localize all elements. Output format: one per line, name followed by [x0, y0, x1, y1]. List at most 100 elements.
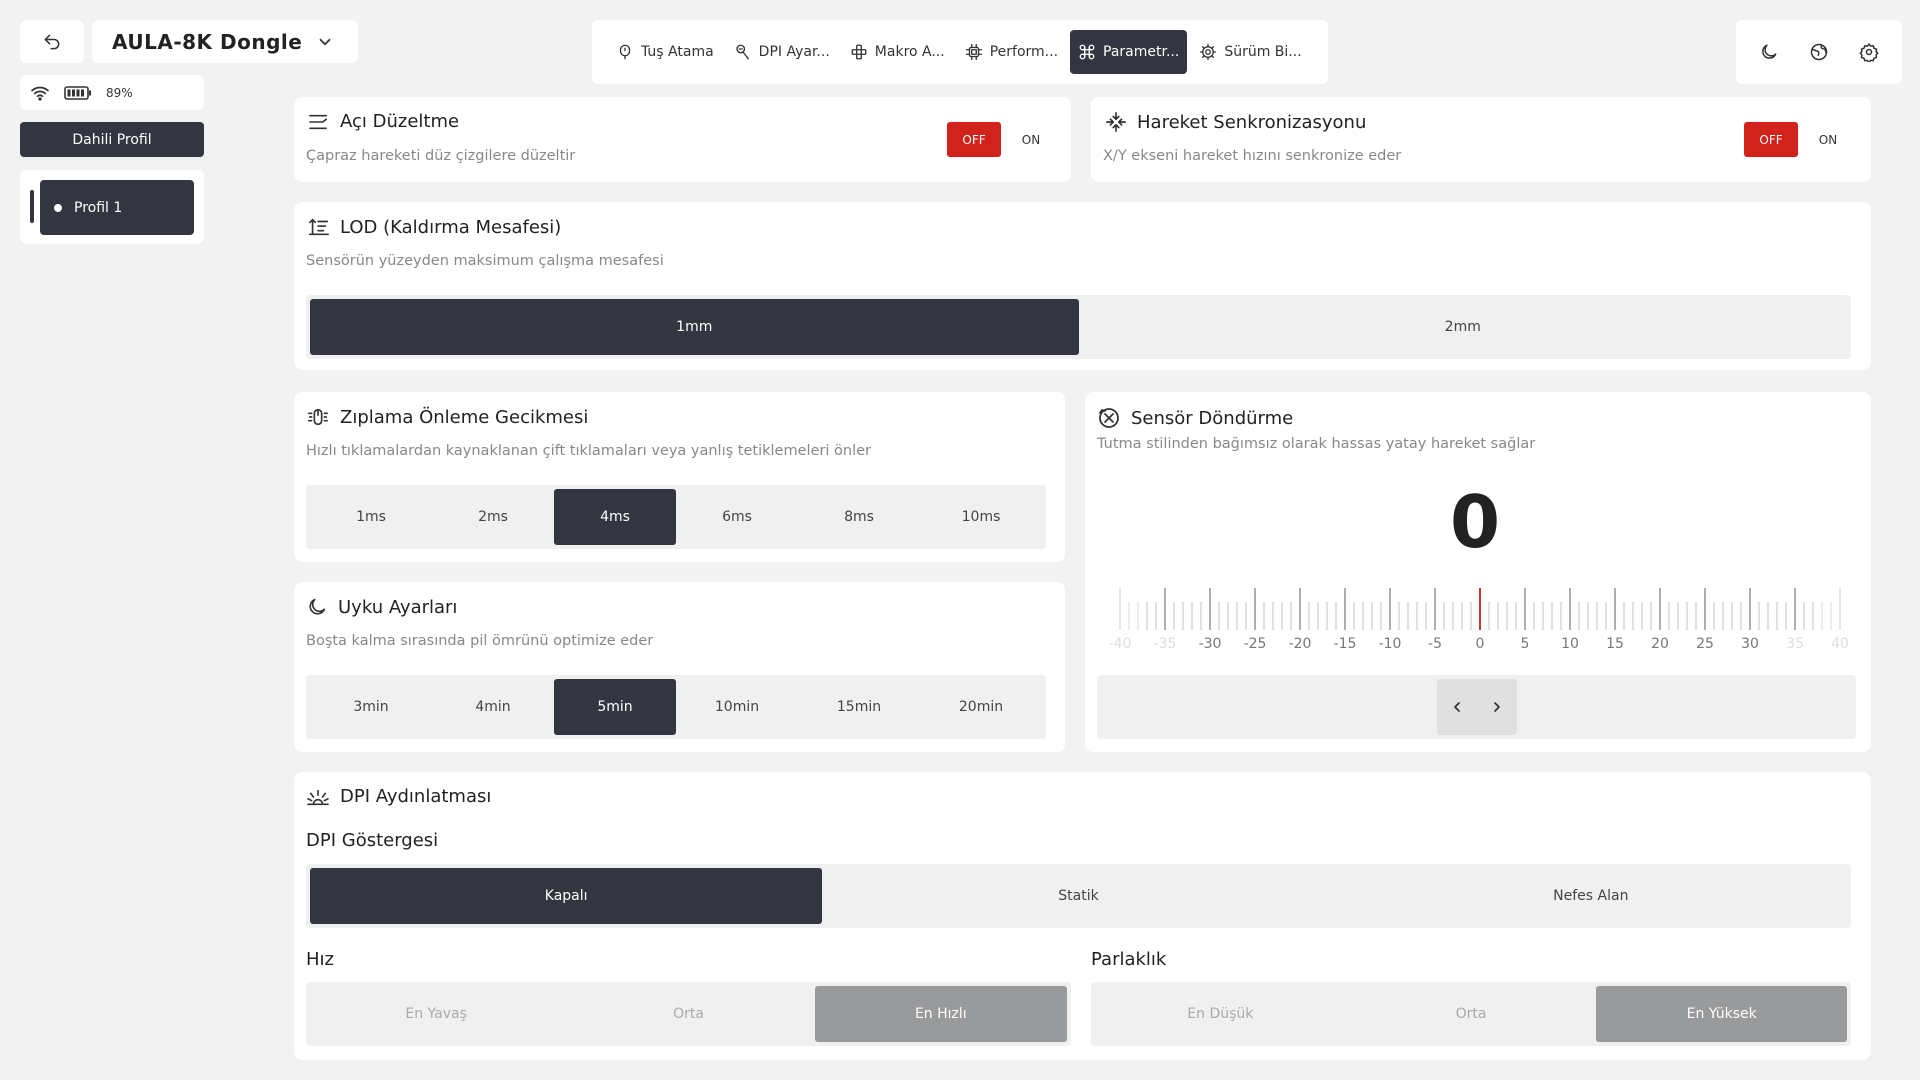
undo-icon: [44, 34, 60, 49]
lod-title: LOD (Kaldırma Mesafesi): [340, 216, 562, 238]
speed-option[interactable]: En Hızlı: [814, 986, 1067, 1042]
chevron-left-icon: [1454, 702, 1460, 712]
wifi-icon: [31, 86, 49, 101]
rotate-icon: [1099, 408, 1119, 428]
brightness-option[interactable]: En Yüksek: [1596, 986, 1848, 1042]
tab-label: Makro A...: [874, 44, 945, 60]
sleep-option[interactable]: 5min: [554, 679, 676, 735]
profile-item[interactable]: Profil 1: [40, 180, 194, 235]
dpi-indicator-option[interactable]: Kapalı: [310, 868, 823, 924]
lod-option[interactable]: 2mm: [1079, 299, 1848, 355]
ruler-tick-label: -30: [1199, 636, 1222, 650]
motion-sync-on-button[interactable]: ON: [1806, 122, 1850, 157]
lines-icon: [309, 114, 328, 129]
device-selector[interactable]: AULA-8K Dongle: [92, 20, 358, 63]
lod-desc: Sensörün yüzeyden maksimum çalışma mesaf…: [306, 253, 664, 269]
command-icon: [1079, 44, 1095, 60]
sleep-option[interactable]: 20min: [920, 679, 1042, 735]
speed-selector: En Yavaş Orta En Hızlı: [306, 982, 1071, 1046]
motion-sync-title: Hareket Senkronizasyonu: [1137, 111, 1367, 133]
brightness-label: Parlaklık: [1091, 949, 1167, 970]
dpi-lighting-card: DPI Aydınlatması DPI Göstergesi Kapalı S…: [294, 772, 1871, 1060]
rotate-left-button[interactable]: [1443, 687, 1471, 727]
back-button[interactable]: [20, 20, 84, 63]
sleep-card: Uyku Ayarları Boşta kalma sırasında pil …: [294, 582, 1065, 752]
angle-title: Açı Düzeltme: [340, 111, 460, 132]
settings-button[interactable]: [1854, 37, 1884, 67]
rotation-value: 0: [1449, 480, 1501, 564]
profile-label: Profil 1: [74, 199, 123, 216]
dpi-light-title: DPI Aydınlatması: [340, 786, 492, 807]
device-name: AULA-8K Dongle: [112, 29, 303, 54]
tab-version[interactable]: Sürüm Bi...: [1191, 30, 1309, 74]
moon-icon: [309, 598, 326, 615]
sleep-title: Uyku Ayarları: [338, 596, 458, 618]
rotation-nav-bar: [1097, 675, 1856, 739]
sleep-option[interactable]: 15min: [798, 679, 920, 735]
motion-sync-desc: X/Y ekseni hareket hızını senkronize ede…: [1103, 148, 1402, 164]
sleep-selector: 3min 4min 5min 10min 15min 20min: [306, 675, 1046, 739]
brightness-option[interactable]: En Düşük: [1095, 986, 1346, 1042]
speed-option[interactable]: Orta: [562, 986, 814, 1042]
rotation-desc: Tutma stilinden bağımsız olarak hassas y…: [1097, 436, 1536, 452]
tab-parameters[interactable]: Parametr...: [1070, 30, 1188, 74]
motion-sync-card: Hareket Senkronizasyonu X/Y ekseni harek…: [1091, 97, 1871, 182]
debounce-option[interactable]: 10ms: [920, 489, 1042, 545]
dpi-indicator-option[interactable]: Nefes Alan: [1335, 868, 1847, 924]
settings-icon: [1859, 43, 1879, 62]
ruler-tick-label: 0: [1476, 636, 1485, 650]
debounce-option[interactable]: 2ms: [432, 489, 554, 545]
macro-icon: [851, 44, 867, 60]
angle-off-button[interactable]: OFF: [947, 122, 1001, 157]
motion-sync-off-button[interactable]: OFF: [1744, 122, 1798, 157]
tab-dpi[interactable]: DPI Ayar...: [726, 30, 838, 74]
speed-option[interactable]: En Yavaş: [310, 986, 562, 1042]
debounce-option[interactable]: 6ms: [676, 489, 798, 545]
tab-label: Tuş Atama: [641, 44, 714, 60]
lod-option[interactable]: 1mm: [310, 299, 1079, 355]
tab-label: Parametr...: [1103, 44, 1180, 60]
debounce-option[interactable]: 8ms: [798, 489, 920, 545]
battery-icon: [64, 85, 91, 100]
sleep-option[interactable]: 10min: [676, 679, 798, 735]
sleep-option[interactable]: 3min: [310, 679, 432, 735]
angle-snapping-card: Açı Düzeltme Çapraz hareketi düz çizgile…: [294, 97, 1071, 182]
profile-list: Profil 1: [20, 170, 204, 244]
ruler-tick-label: 25: [1696, 636, 1714, 650]
rotation-ruler[interactable]: -40 -35 -30 -25 -20 -15 -10 -5 0 5 10 15 20 25 30 35 40: [1110, 575, 1850, 650]
ruler-tick-label: -5: [1428, 636, 1442, 650]
ruler-tick-label: -25: [1244, 636, 1267, 650]
dpi-indicator-option[interactable]: Statik: [822, 868, 1334, 924]
language-button[interactable]: [1804, 37, 1834, 67]
gear-icon: [1200, 43, 1217, 61]
tab-performance[interactable]: Perform...: [957, 30, 1066, 74]
sleep-option[interactable]: 4min: [432, 679, 554, 735]
tab-label: Perform...: [989, 44, 1059, 60]
ruler-tick-label: 35: [1786, 636, 1804, 650]
rotation-arrows: [1437, 679, 1517, 735]
chip-icon: [965, 43, 982, 61]
globe-icon: [1810, 43, 1828, 61]
theme-toggle-button[interactable]: [1754, 37, 1784, 67]
lift-off-icon: [309, 218, 329, 236]
brightness-selector: En Düşük Orta En Yüksek: [1091, 982, 1851, 1046]
angle-desc: Çapraz hareketi düz çizgilere düzeltir: [306, 148, 576, 164]
ruler-tick-label: -20: [1289, 636, 1312, 650]
tab-macro[interactable]: Makro A...: [842, 30, 953, 74]
debounce-card: Zıplama Önleme Gecikmesi Hızlı tıklamala…: [294, 392, 1065, 562]
rotation-title: Sensör Döndürme: [1131, 407, 1294, 429]
angle-on-button[interactable]: ON: [1009, 122, 1053, 157]
click-icon: [308, 408, 328, 426]
debounce-option[interactable]: 4ms: [554, 489, 676, 545]
sync-arrows-icon: [1106, 112, 1126, 132]
debounce-option[interactable]: 1ms: [310, 489, 432, 545]
rotate-right-button[interactable]: [1483, 687, 1511, 727]
tab-key-mapping[interactable]: Tuş Atama: [608, 30, 722, 74]
ruler-tick-label: -10: [1379, 636, 1402, 650]
main-tabs: Tuş Atama DPI Ayar... Makro A... Perform…: [592, 20, 1328, 84]
brightness-option[interactable]: Orta: [1346, 986, 1597, 1042]
light-icon: [307, 789, 329, 805]
chevron-down-icon: [319, 38, 331, 45]
tab-label: Sürüm Bi...: [1224, 44, 1302, 60]
debounce-title: Zıplama Önleme Gecikmesi: [340, 406, 589, 428]
